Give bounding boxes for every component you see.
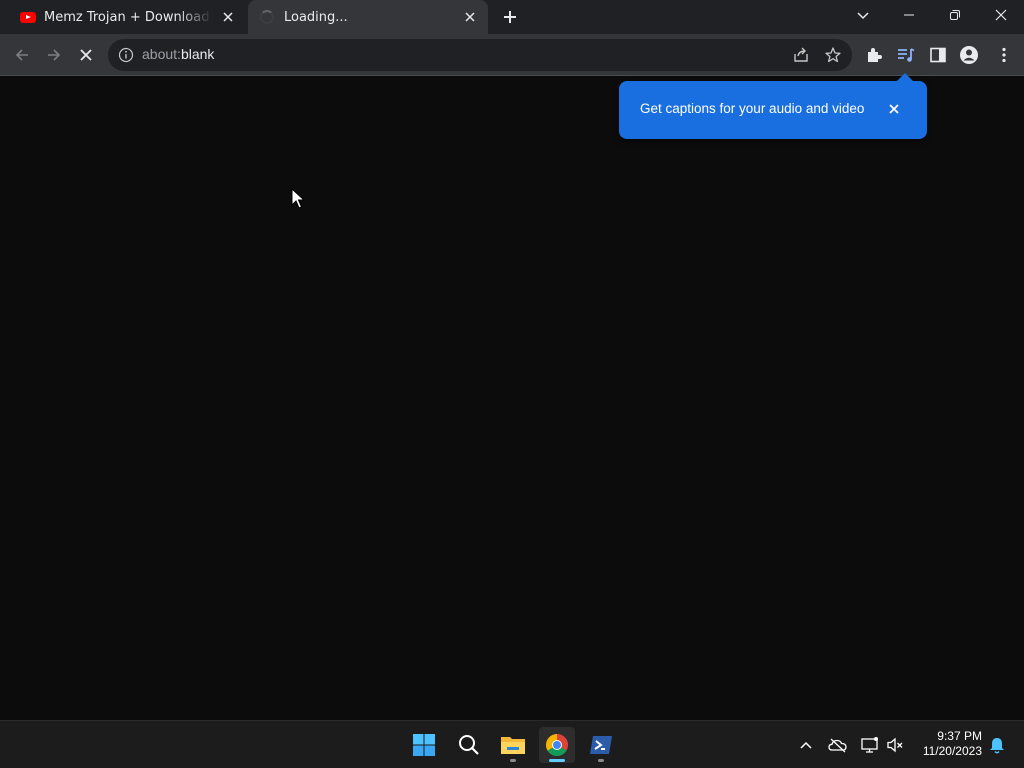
new-tab-button[interactable] xyxy=(499,6,521,28)
loading-spinner-icon xyxy=(260,10,274,24)
profile-avatar-icon[interactable] xyxy=(959,45,979,65)
running-indicator xyxy=(510,759,516,762)
browser-toolbar: about:blank xyxy=(0,34,1024,76)
info-icon[interactable] xyxy=(118,47,134,63)
bookmark-star-icon[interactable] xyxy=(824,46,842,64)
running-indicator xyxy=(598,759,604,762)
live-caption-promo-bubble: Get captions for your audio and video xyxy=(619,73,927,139)
youtube-icon xyxy=(20,11,36,23)
tab-loading[interactable]: Loading... xyxy=(248,0,488,34)
back-button[interactable] xyxy=(9,42,35,68)
volume-muted-icon[interactable] xyxy=(885,735,905,755)
media-controls-icon[interactable] xyxy=(896,45,916,65)
stop-x-icon xyxy=(80,49,92,61)
address-bar[interactable]: about:blank xyxy=(108,39,852,71)
tab-title: Memz Trojan + Download Link - YouTube xyxy=(44,9,212,25)
arrow-left-icon xyxy=(15,49,28,61)
extensions-puzzle-icon[interactable] xyxy=(864,45,884,65)
tab-strip: Memz Trojan + Download Link - YouTube Lo… xyxy=(0,0,1024,34)
taskbar-chrome[interactable] xyxy=(539,727,575,763)
restore-button[interactable] xyxy=(932,0,978,30)
file-explorer-icon xyxy=(501,737,525,754)
taskbar-search-button[interactable] xyxy=(451,727,487,763)
mouse-cursor-icon xyxy=(291,188,305,209)
stop-button[interactable] xyxy=(73,42,99,68)
tab-youtube[interactable]: Memz Trojan + Download Link - YouTube xyxy=(8,0,246,34)
powershell-icon xyxy=(590,736,612,754)
clock-date: 11/20/2023 xyxy=(922,744,982,758)
tab-search-button[interactable] xyxy=(853,6,873,26)
chrome-icon xyxy=(546,734,568,756)
close-icon[interactable] xyxy=(886,101,902,117)
windows-taskbar: 9:37 PM 11/20/2023 xyxy=(0,720,1024,768)
search-icon xyxy=(459,735,479,755)
system-clock[interactable]: 9:37 PM 11/20/2023 xyxy=(912,729,982,759)
minimize-button[interactable] xyxy=(886,0,932,30)
share-icon[interactable] xyxy=(792,46,810,64)
menu-kebab-icon[interactable] xyxy=(994,45,1014,65)
url-host: blank xyxy=(180,46,215,62)
arrow-right-icon xyxy=(48,49,61,61)
taskbar-powershell[interactable] xyxy=(583,727,619,763)
start-button[interactable] xyxy=(406,727,442,763)
notification-bell-icon[interactable] xyxy=(987,735,1007,755)
close-icon xyxy=(995,9,1007,21)
close-tab-icon[interactable] xyxy=(220,9,236,25)
active-indicator xyxy=(549,759,565,762)
close-tab-icon[interactable] xyxy=(462,9,478,25)
restore-icon xyxy=(950,10,960,20)
onedrive-offline-icon[interactable] xyxy=(828,735,848,755)
chevron-down-icon xyxy=(857,12,869,20)
taskbar-file-explorer[interactable] xyxy=(495,727,531,763)
minimize-icon xyxy=(904,14,914,16)
bubble-message: Get captions for your audio and video xyxy=(640,101,865,116)
tab-title: Loading... xyxy=(284,9,348,25)
page-content[interactable] xyxy=(0,77,1024,720)
side-panel-icon[interactable] xyxy=(928,45,948,65)
plus-icon xyxy=(504,11,516,23)
network-icon[interactable] xyxy=(860,735,880,755)
screen: Memz Trojan + Download Link - YouTube Lo… xyxy=(0,0,1024,768)
close-window-button[interactable] xyxy=(978,0,1024,30)
forward-button[interactable] xyxy=(41,42,67,68)
url-text[interactable]: about:blank xyxy=(142,46,214,62)
tray-chevron-up-icon[interactable] xyxy=(796,735,816,755)
windows-logo-icon xyxy=(413,734,435,756)
url-scheme: about: xyxy=(142,46,181,62)
clock-time: 9:37 PM xyxy=(937,729,982,743)
